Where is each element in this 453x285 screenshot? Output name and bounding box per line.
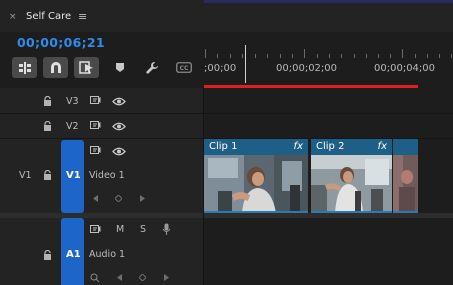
- track-name-v3: V3: [66, 96, 79, 107]
- sync-lock-icon[interactable]: [90, 121, 101, 131]
- wrench-icon: [146, 61, 158, 74]
- track-target-v1[interactable]: V1: [61, 140, 84, 213]
- add-keyframe-icon[interactable]: [114, 194, 123, 203]
- sequence-panel-header: × Self Care ≡: [0, 0, 453, 32]
- clip-name: Clip 2: [316, 141, 345, 152]
- timeline-settings-button[interactable]: [143, 57, 161, 78]
- track-content-v3[interactable]: [204, 88, 453, 114]
- clip-header: Clip 1 fx: [204, 139, 308, 155]
- captions-label: CC: [180, 65, 189, 72]
- sequence-tab-title[interactable]: Self Care: [26, 11, 71, 23]
- keyframe-search-icon[interactable]: [90, 273, 100, 283]
- close-tab-icon[interactable]: ×: [9, 12, 17, 22]
- clip-name: Clip 1: [209, 141, 238, 152]
- track-name-v2: V2: [66, 121, 79, 132]
- target-label-a1: A1: [66, 249, 81, 260]
- time-ruler[interactable]: ;00;00 00;00;02;00 00;00;04;00: [204, 32, 453, 88]
- insert-nest-button[interactable]: [12, 57, 37, 78]
- clip-2[interactable]: Clip 2 fx: [311, 139, 392, 213]
- next-keyframe-icon[interactable]: [164, 274, 169, 281]
- ruler-ticks: [205, 49, 452, 58]
- sync-lock-icon[interactable]: [90, 146, 101, 156]
- mute-track-button[interactable]: M: [116, 224, 124, 235]
- previous-keyframe-icon[interactable]: [93, 195, 98, 202]
- target-label-v1: V1: [66, 170, 81, 181]
- clip-1[interactable]: Clip 1 fx: [204, 139, 308, 213]
- clip-header: Clip 2 fx: [311, 139, 392, 155]
- clip-header: [393, 139, 418, 155]
- fx-badge[interactable]: fx: [378, 141, 387, 153]
- lock-icon[interactable]: [43, 120, 52, 131]
- panel-menu-icon[interactable]: ≡: [78, 11, 87, 23]
- eye-icon[interactable]: [112, 147, 126, 156]
- playhead-timecode[interactable]: 00;00;06;21: [17, 36, 105, 50]
- track-name-v1: Video 1: [89, 170, 125, 181]
- next-keyframe-icon[interactable]: [140, 195, 145, 202]
- ruler-label-0: ;00;00: [204, 63, 237, 74]
- captions-button[interactable]: CC: [174, 57, 194, 78]
- captions-icon: CC: [176, 62, 192, 73]
- track-name-a1: Audio 1: [89, 249, 126, 260]
- track-content-a1[interactable]: [204, 218, 453, 285]
- insert-nest-icon: [18, 61, 31, 74]
- previous-keyframe-icon[interactable]: [117, 274, 122, 281]
- sync-lock-icon[interactable]: [90, 225, 101, 235]
- snap-button[interactable]: [43, 57, 68, 78]
- snap-magnet-icon: [50, 61, 61, 73]
- linked-selection-icon: [78, 61, 93, 74]
- lock-icon[interactable]: [43, 169, 52, 180]
- linked-selection-button[interactable]: [74, 57, 99, 78]
- fx-badge[interactable]: fx: [294, 141, 303, 153]
- ruler-label-2: 00;00;04;00: [374, 63, 436, 74]
- track-header-v2: [0, 114, 203, 139]
- ruler-label-1: 00;00;02;00: [276, 63, 338, 74]
- lock-icon[interactable]: [43, 95, 52, 106]
- header-timeline-divider: [203, 88, 204, 285]
- add-marker-icon: [116, 63, 124, 72]
- solo-track-button[interactable]: S: [140, 224, 146, 235]
- clip-thumbnail: [311, 155, 392, 213]
- track-target-a1[interactable]: A1: [61, 218, 84, 285]
- clip-3[interactable]: [393, 139, 418, 213]
- sync-lock-icon[interactable]: [90, 96, 101, 106]
- clip-thumbnail: [204, 155, 308, 213]
- track-content-v2[interactable]: [204, 114, 453, 139]
- add-marker-button[interactable]: [112, 57, 128, 78]
- lock-icon[interactable]: [43, 249, 52, 260]
- panel-header-accent: [204, 0, 453, 3]
- track-header-v3: [0, 88, 203, 114]
- playhead-line[interactable]: [245, 45, 246, 83]
- add-keyframe-icon[interactable]: [138, 273, 147, 282]
- eye-icon[interactable]: [112, 122, 126, 131]
- source-patch-v1[interactable]: V1: [19, 170, 32, 181]
- clip-thumbnail: [393, 155, 418, 213]
- voiceover-record-icon[interactable]: [162, 223, 171, 236]
- eye-icon[interactable]: [112, 97, 126, 106]
